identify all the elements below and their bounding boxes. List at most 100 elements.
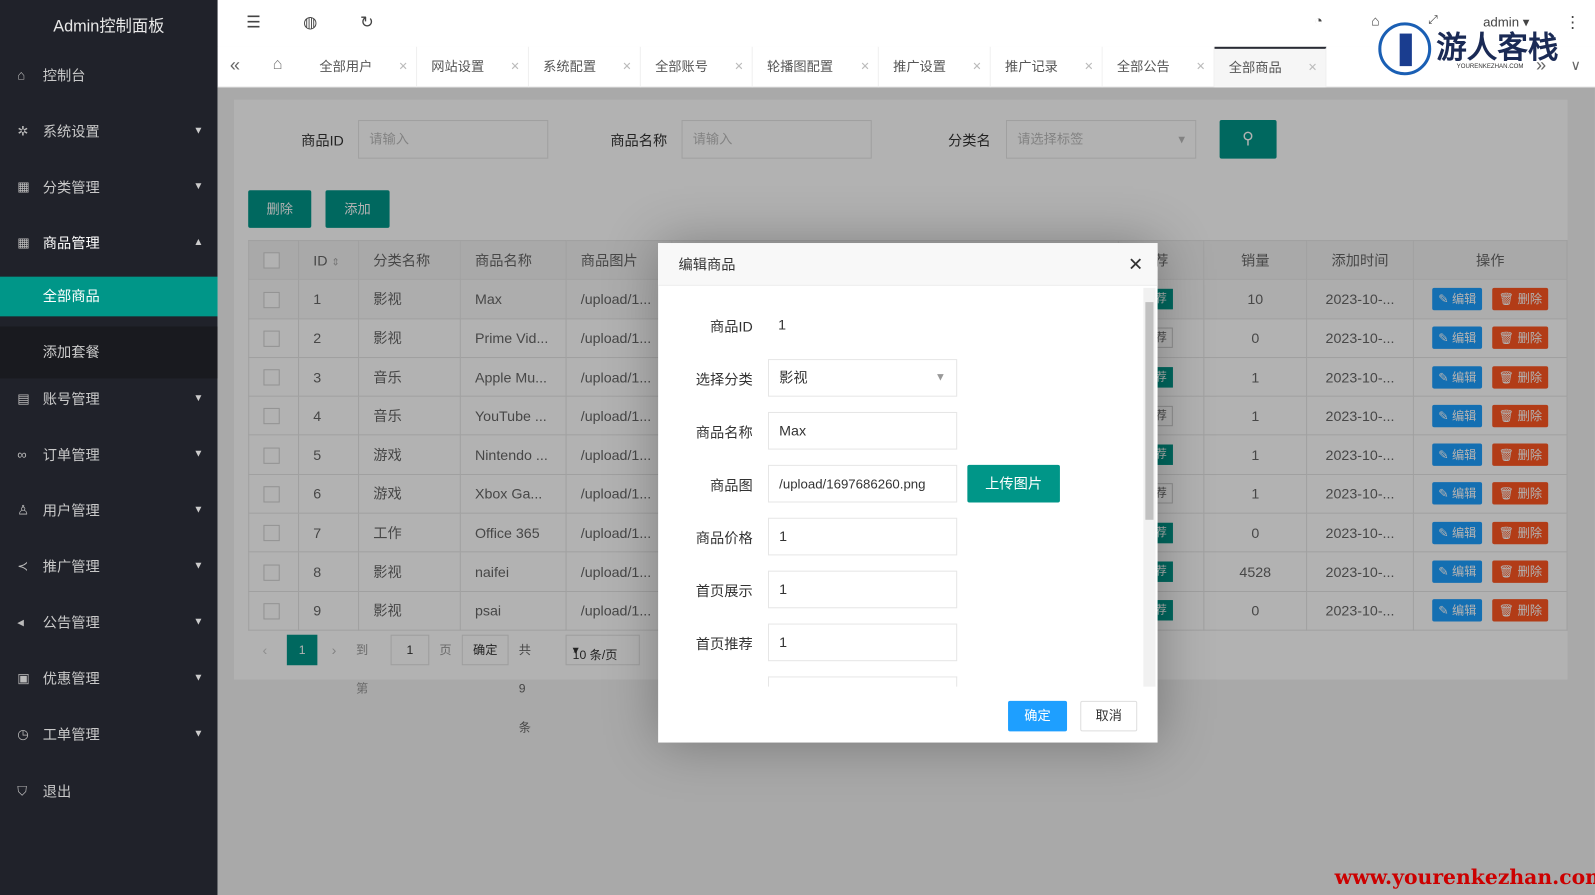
sidebar-item-5[interactable]: ∞ 订单管理 ▼	[0, 434, 218, 475]
sidebar-item-label: 商品管理	[42, 234, 100, 252]
sidebar-item-2[interactable]: ▦ 分类管理 ▼	[0, 167, 218, 208]
partial-input[interactable]	[767, 676, 958, 687]
sidebar-item-label: 工单管理	[42, 726, 100, 743]
cancel-button[interactable]: 取消	[1080, 700, 1138, 732]
scrollbar-thumb[interactable]	[1145, 302, 1154, 520]
tab-label: 全部商品	[1228, 60, 1282, 76]
caret-down-icon: ▼	[193, 560, 204, 572]
close-tab-icon[interactable]: ✕	[1196, 47, 1205, 88]
tab-8[interactable]: 全部商品 ✕	[1214, 46, 1327, 88]
home-recommend-label: 首页推荐	[695, 635, 753, 653]
close-tab-icon[interactable]: ✕	[399, 47, 408, 88]
tab-5[interactable]: 推广设置 ✕	[879, 46, 991, 88]
close-icon[interactable]: ✕	[1128, 243, 1143, 286]
sidebar-item-label: 分类管理	[42, 179, 100, 196]
gear-icon: ✲	[17, 123, 29, 139]
sidebar-item-9[interactable]: ▣ 优惠管理 ▼	[0, 658, 218, 699]
shield-icon: ⛉	[17, 783, 28, 799]
tab-label: 全部公告	[1116, 58, 1170, 75]
sidebar-item-label: 控制台	[42, 67, 86, 84]
tab-1[interactable]: 网站设置 ✕	[417, 46, 529, 88]
more-icon[interactable]: ⋮	[1564, 12, 1580, 32]
chevron-down-icon: ▼	[934, 371, 946, 384]
tab-2[interactable]: 系统配置 ✕	[529, 46, 641, 88]
tabs-left-icon[interactable]: «	[230, 55, 240, 76]
image-label: 商品图	[710, 477, 753, 494]
home-recommend-input[interactable]: 1	[767, 623, 958, 662]
refresh-icon[interactable]: ↻	[360, 12, 374, 32]
modal-header: 编辑商品 ✕	[658, 243, 1158, 286]
apps-icon: ▦	[17, 234, 30, 251]
caret-down-icon: ▼	[193, 392, 204, 404]
upload-image-button[interactable]: 上传图片	[967, 464, 1060, 503]
edit-goods-modal: 编辑商品 ✕ 商品ID 1 选择分类 影视 ▼ 商品名称 Max 商品图 /upl…	[658, 243, 1158, 743]
category-select[interactable]: 影视 ▼	[767, 359, 958, 397]
clock-icon: ◷	[17, 726, 29, 742]
name-input[interactable]: Max	[767, 411, 958, 450]
sidebar-item-11[interactable]: ⛉ 退出	[0, 771, 218, 812]
category-label: 选择分类	[695, 371, 753, 388]
sidebar-title: Admin控制面板	[53, 18, 165, 36]
id-value: 1	[778, 316, 787, 333]
user-icon: ♙	[17, 502, 30, 518]
close-tab-icon[interactable]: ✕	[1308, 49, 1317, 88]
sidebar-item-0[interactable]: ⌂ 控制台	[0, 55, 218, 96]
tag-icon[interactable]: ⌂	[1371, 12, 1380, 28]
tab-label: 推广记录	[1004, 58, 1058, 75]
sidebar-subitem-0[interactable]: 全部商品	[0, 276, 218, 317]
close-tab-icon[interactable]: ✕	[622, 47, 631, 88]
confirm-button[interactable]: 确定	[1008, 700, 1068, 732]
theme-icon[interactable]: ◔	[1314, 12, 1323, 28]
sidebar-item-3[interactable]: ▦ 商品管理 ▲	[0, 223, 218, 264]
watermark-logo-icon	[1378, 22, 1432, 76]
tab-4[interactable]: 轮播图配置 ✕	[753, 46, 879, 88]
sidebar-item-label: 推广管理	[42, 558, 100, 575]
sidebar-item-4[interactable]: ▤ 账号管理 ▼	[0, 378, 218, 419]
sidebar-item-10[interactable]: ◷ 工单管理 ▼	[0, 714, 218, 755]
caret-down-icon: ▼	[193, 448, 204, 460]
tab-3[interactable]: 全部账号 ✕	[641, 46, 753, 88]
sidebar-item-7[interactable]: ≺ 推广管理 ▼	[0, 546, 218, 587]
caret-down-icon: ▼	[193, 728, 204, 740]
price-input[interactable]: 1	[767, 517, 958, 556]
close-tab-icon[interactable]: ✕	[734, 47, 743, 88]
home-show-label: 首页展示	[695, 582, 753, 600]
close-tab-icon[interactable]: ✕	[1084, 47, 1093, 88]
modal-scrollbar[interactable]	[1143, 287, 1156, 687]
sidebar: Admin控制面板 ⌂ 控制台 ✲ 系统设置 ▼ ▦ 分类管理 ▼ ▦ 商品管理 ▲ ▤ 账号管理 ▼ ∞ 订…	[0, 0, 218, 895]
close-tab-icon[interactable]: ✕	[972, 47, 981, 88]
watermark-logo-text: 游人客栈	[1436, 30, 1559, 67]
sidebar-subitem-1[interactable]: 添加套餐	[0, 326, 218, 379]
price-label: 商品价格	[695, 529, 753, 547]
table-icon: ▤	[17, 390, 30, 406]
sidebar-item-label: 订单管理	[42, 446, 100, 463]
speaker-icon: ◂	[17, 614, 24, 630]
tab-label: 全部账号	[655, 58, 708, 75]
menu-toggle-icon[interactable]: ☰	[246, 12, 261, 32]
home-show-input[interactable]: 1	[767, 570, 958, 609]
close-tab-icon[interactable]: ✕	[860, 47, 869, 88]
caret-down-icon: ▼	[193, 125, 204, 137]
close-tab-icon[interactable]: ✕	[510, 47, 519, 88]
apps-icon: ▦	[17, 179, 30, 195]
modal-title: 编辑商品	[678, 256, 736, 273]
caret-down-icon: ▼	[193, 672, 204, 684]
sidebar-item-1[interactable]: ✲ 系统设置 ▼	[0, 111, 218, 152]
name-label: 商品名称	[695, 424, 753, 441]
sidebar-item-6[interactable]: ♙ 用户管理 ▼	[0, 490, 218, 531]
caret-up-icon: ▲	[193, 237, 204, 249]
home-tab-icon[interactable]: ⌂	[273, 56, 283, 74]
home-icon: ⌂	[17, 67, 26, 83]
tab-0[interactable]: 全部用户 ✕	[305, 46, 418, 88]
tab-6[interactable]: 推广记录 ✕	[991, 46, 1103, 88]
globe-icon[interactable]: ◍	[303, 12, 317, 32]
caret-down-icon: ▼	[193, 504, 204, 516]
calendar-icon: ▣	[17, 670, 30, 686]
tab-7[interactable]: 全部公告 ✕	[1103, 46, 1215, 88]
caret-down-icon: ▼	[193, 616, 204, 628]
sidebar-item-8[interactable]: ◂ 公告管理 ▼	[0, 602, 218, 643]
tabs-menu-icon[interactable]: ∨	[1571, 57, 1581, 74]
image-input[interactable]: /upload/1697686260.png	[767, 464, 958, 503]
tab-label: 轮播图配置	[766, 58, 834, 75]
sidebar-item-label: 退出	[42, 783, 72, 800]
